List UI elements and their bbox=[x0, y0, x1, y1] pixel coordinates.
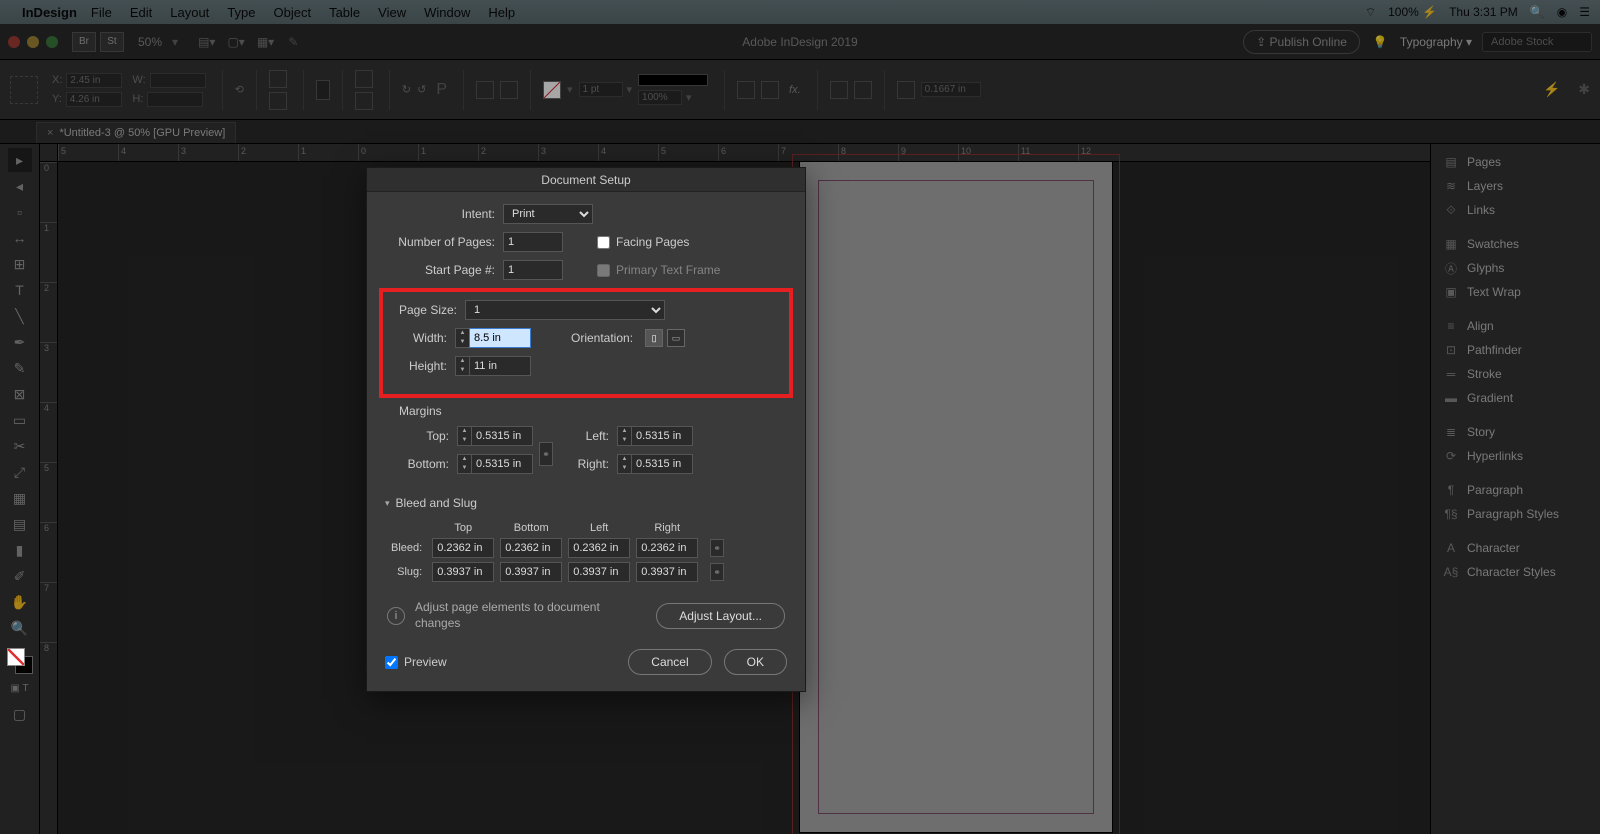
primary-text-frame-checkbox: Primary Text Frame bbox=[597, 263, 720, 277]
height-label: Height: bbox=[395, 359, 455, 373]
slug-top-field[interactable] bbox=[432, 562, 494, 582]
width-field[interactable] bbox=[469, 328, 531, 348]
margin-bottom-label: Bottom: bbox=[399, 457, 457, 471]
adjust-layout-button[interactable]: Adjust Layout... bbox=[656, 603, 785, 629]
orientation-portrait[interactable]: ▯ bbox=[645, 329, 663, 347]
margin-bottom-stepper[interactable]: ▲▼ bbox=[457, 454, 471, 474]
preview-checkbox[interactable]: Preview bbox=[385, 655, 447, 669]
slug-right-field[interactable] bbox=[636, 562, 698, 582]
info-icon: i bbox=[387, 607, 405, 625]
disclosure-icon[interactable]: ▾ bbox=[385, 498, 390, 509]
margin-top-stepper[interactable]: ▲▼ bbox=[457, 426, 471, 446]
dialog-title[interactable]: Document Setup bbox=[367, 168, 805, 192]
bleed-row-label: Bleed: bbox=[391, 538, 426, 558]
orientation-label: Orientation: bbox=[571, 331, 641, 345]
num-pages-field[interactable] bbox=[503, 232, 563, 252]
facing-pages-checkbox[interactable]: Facing Pages bbox=[597, 235, 689, 249]
slug-bottom-field[interactable] bbox=[500, 562, 562, 582]
height-stepper[interactable]: ▲▼ bbox=[455, 356, 469, 376]
width-stepper[interactable]: ▲▼ bbox=[455, 328, 469, 348]
ok-button[interactable]: OK bbox=[724, 649, 787, 675]
link-bleed-icon[interactable]: ⚭ bbox=[710, 539, 724, 557]
num-pages-label: Number of Pages: bbox=[385, 235, 503, 249]
margin-right-field[interactable] bbox=[631, 454, 693, 474]
page-size-select[interactable]: 1 bbox=[465, 300, 665, 320]
orientation-landscape[interactable]: ▭ bbox=[667, 329, 685, 347]
link-margins-icon[interactable]: ⚭ bbox=[539, 442, 553, 466]
link-slug-icon[interactable]: ⚭ bbox=[710, 563, 724, 581]
margin-right-stepper[interactable]: ▲▼ bbox=[617, 454, 631, 474]
margin-bottom-field[interactable] bbox=[471, 454, 533, 474]
slug-left-field[interactable] bbox=[568, 562, 630, 582]
margin-left-stepper[interactable]: ▲▼ bbox=[617, 426, 631, 446]
margin-left-label: Left: bbox=[571, 429, 617, 443]
start-page-field[interactable] bbox=[503, 260, 563, 280]
intent-select[interactable]: Print bbox=[503, 204, 593, 224]
margins-heading: Margins bbox=[399, 404, 787, 418]
margin-top-label: Top: bbox=[399, 429, 457, 443]
start-page-label: Start Page #: bbox=[385, 263, 503, 277]
slug-row-label: Slug: bbox=[391, 562, 426, 582]
height-field[interactable] bbox=[469, 356, 531, 376]
document-setup-dialog: Document Setup Intent: Print Number of P… bbox=[366, 167, 806, 692]
cancel-button[interactable]: Cancel bbox=[628, 649, 711, 675]
margin-top-field[interactable] bbox=[471, 426, 533, 446]
page-size-highlight: Page Size: 1 Width: ▲▼ Orientation: ▯ ▭ … bbox=[379, 288, 793, 398]
bleed-slug-table: TopBottomLeftRight Bleed: ⚭ Slug: ⚭ bbox=[385, 518, 730, 586]
bleed-bottom-field[interactable] bbox=[500, 538, 562, 558]
bleed-slug-heading[interactable]: ▾Bleed and Slug bbox=[385, 496, 787, 510]
adjust-info-text: Adjust page elements to document changes bbox=[415, 600, 646, 631]
page-size-label: Page Size: bbox=[395, 303, 465, 317]
margin-left-field[interactable] bbox=[631, 426, 693, 446]
bleed-right-field[interactable] bbox=[636, 538, 698, 558]
margin-right-label: Right: bbox=[571, 457, 617, 471]
intent-label: Intent: bbox=[385, 207, 503, 221]
width-label: Width: bbox=[395, 331, 455, 345]
bleed-left-field[interactable] bbox=[568, 538, 630, 558]
bleed-top-field[interactable] bbox=[432, 538, 494, 558]
